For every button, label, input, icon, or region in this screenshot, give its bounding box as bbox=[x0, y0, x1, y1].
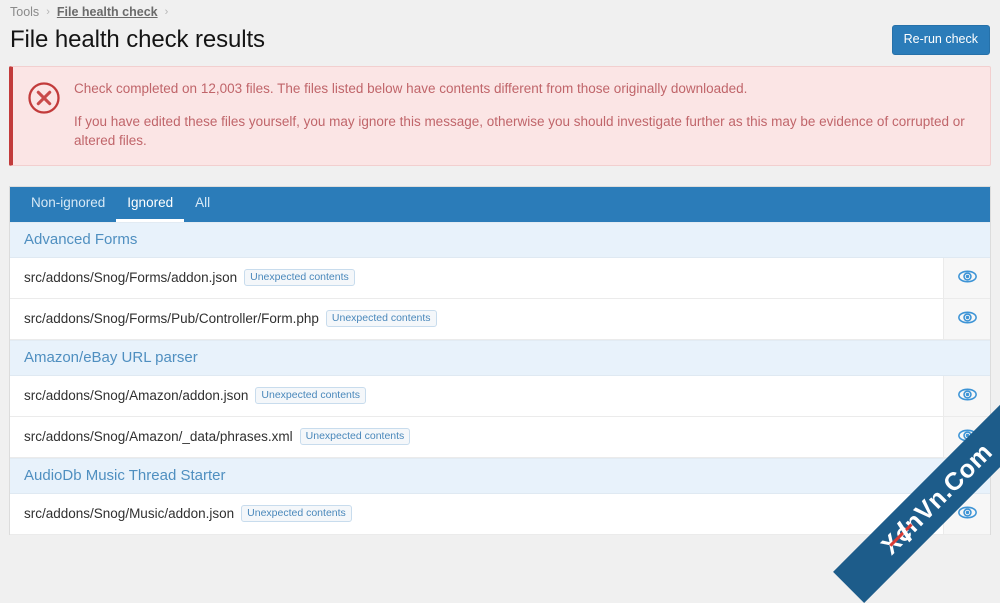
eye-icon bbox=[957, 311, 977, 327]
breadcrumb-separator-icon-2: › bbox=[164, 5, 169, 18]
results-tab-bar: Non-ignored Ignored All bbox=[10, 186, 990, 222]
file-path: src/addons/Snog/Music/addon.json bbox=[24, 506, 235, 522]
error-circle-x-icon bbox=[27, 81, 61, 115]
row-content: src/addons/Snog/Amazon/_data/phrases.xml… bbox=[10, 427, 943, 446]
error-alert: Check completed on 12,003 files. The fil… bbox=[9, 66, 991, 166]
eye-icon bbox=[957, 388, 977, 404]
section-header-amazon-ebay-url-parser: Amazon/eBay URL parser bbox=[10, 339, 990, 376]
tab-ignored[interactable]: Ignored bbox=[116, 187, 185, 222]
status-badge: Unexpected contents bbox=[255, 386, 367, 405]
status-badge: Unexpected contents bbox=[299, 427, 411, 446]
view-file-button[interactable] bbox=[943, 257, 990, 298]
eye-icon bbox=[957, 506, 977, 522]
file-path: src/addons/Snog/Forms/addon.json bbox=[24, 270, 238, 286]
status-badge: Unexpected contents bbox=[244, 268, 355, 287]
row-content: src/addons/Snog/Forms/Pub/Controller/For… bbox=[10, 309, 943, 328]
alert-message: Check completed on 12,003 files. The fil… bbox=[74, 79, 976, 151]
table-row: src/addons/Snog/Amazon/addon.json Unexpe… bbox=[10, 375, 990, 417]
re-run-check-button[interactable]: Re-run check bbox=[891, 25, 990, 55]
row-content: src/addons/Snog/Amazon/addon.json Unexpe… bbox=[10, 386, 943, 405]
eye-icon bbox=[957, 270, 977, 286]
file-path: src/addons/Snog/Forms/Pub/Controller/For… bbox=[24, 311, 319, 327]
table-row: src/addons/Snog/Forms/Pub/Controller/For… bbox=[10, 298, 990, 340]
file-path: src/addons/Snog/Amazon/addon.json bbox=[24, 388, 249, 404]
table-row: src/addons/Snog/Amazon/_data/phrases.xml… bbox=[10, 416, 990, 458]
view-file-button[interactable] bbox=[943, 416, 990, 457]
view-file-button[interactable] bbox=[943, 298, 990, 339]
results-block: Non-ignored Ignored All Advanced Forms s… bbox=[9, 185, 991, 535]
watermark-accent bbox=[876, 520, 912, 560]
file-path: src/addons/Snog/Amazon/_data/phrases.xml bbox=[24, 429, 293, 445]
page-header: File health check results Re-run check bbox=[0, 20, 1000, 60]
status-badge: Unexpected contents bbox=[325, 309, 437, 328]
page-title: File health check results bbox=[10, 26, 265, 53]
alert-line-2: If you have edited these files yourself,… bbox=[74, 113, 965, 149]
row-content: src/addons/Snog/Forms/addon.json Unexpec… bbox=[10, 268, 943, 287]
row-content: src/addons/Snog/Music/addon.json Unexpec… bbox=[10, 504, 943, 523]
table-row: src/addons/Snog/Forms/addon.json Unexpec… bbox=[10, 257, 990, 299]
view-file-button[interactable] bbox=[943, 493, 990, 534]
breadcrumb: Tools › File health check › bbox=[0, 0, 1000, 20]
alert-line-1: Check completed on 12,003 files. The fil… bbox=[74, 81, 748, 96]
breadcrumb-separator-icon: › bbox=[46, 5, 50, 18]
breadcrumb-item-file-health-check[interactable]: File health check bbox=[57, 5, 158, 19]
tab-non-ignored[interactable]: Non-ignored bbox=[20, 187, 116, 222]
view-file-button[interactable] bbox=[943, 375, 990, 416]
eye-icon bbox=[957, 429, 977, 445]
breadcrumb-item-tools[interactable]: Tools bbox=[10, 5, 39, 19]
tab-all[interactable]: All bbox=[184, 187, 221, 222]
section-header-audiodb-music-thread-starter: AudioDb Music Thread Starter bbox=[10, 457, 990, 494]
section-header-advanced-forms: Advanced Forms bbox=[10, 221, 990, 258]
table-row: src/addons/Snog/Music/addon.json Unexpec… bbox=[10, 493, 990, 535]
status-badge: Unexpected contents bbox=[241, 504, 352, 523]
